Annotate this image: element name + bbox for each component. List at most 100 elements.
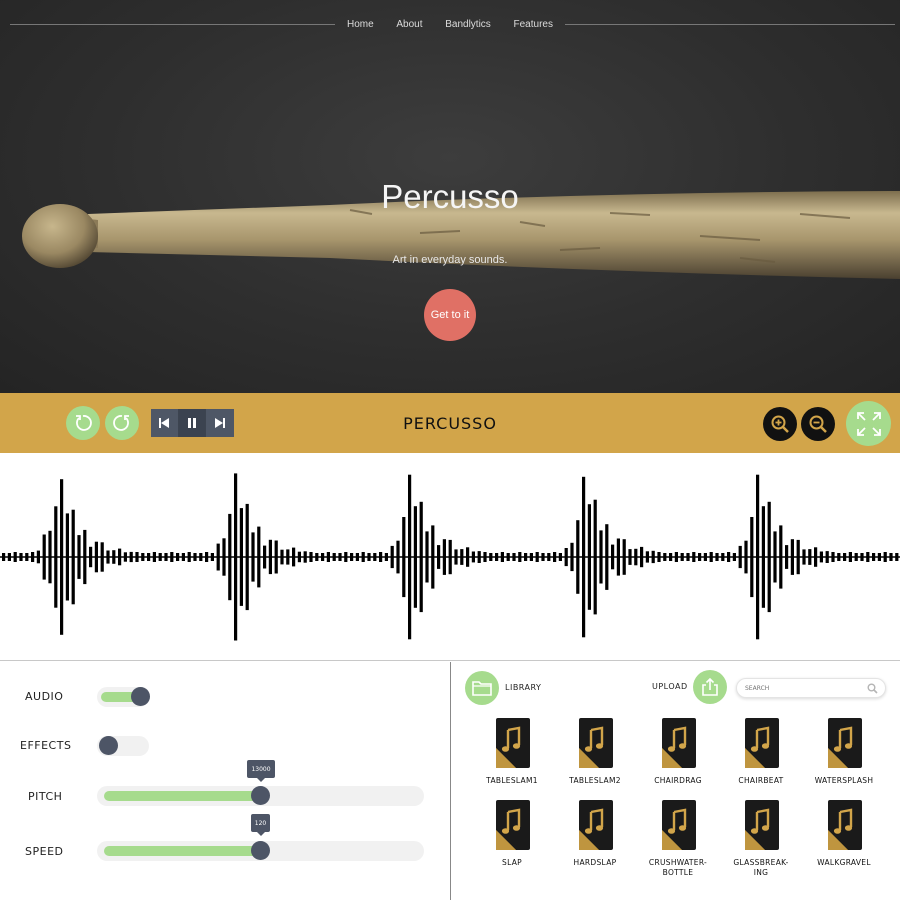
- effects-toggle-knob[interactable]: [99, 736, 118, 755]
- waveform-bar: [674, 552, 678, 562]
- waveform-bar: [599, 530, 603, 584]
- audio-controls-panel: AUDIO EFFECTS PITCH 13000 SPEED 120: [0, 662, 450, 900]
- waveform-display[interactable]: [0, 453, 900, 661]
- search-box: [736, 678, 886, 698]
- waveform-bar: [622, 539, 626, 575]
- sound-file-name: WALKGRAVEL: [817, 858, 871, 867]
- waveform-bar: [802, 549, 806, 565]
- audio-toggle[interactable]: [97, 687, 150, 707]
- waveform-bar: [402, 517, 406, 598]
- waveform-bar: [89, 546, 93, 568]
- sound-file-item[interactable]: CRUSHWATER- BOTTLE: [638, 800, 718, 890]
- waveform-bar: [477, 551, 481, 563]
- fullscreen-button[interactable]: [846, 401, 891, 446]
- pitch-slider[interactable]: [97, 786, 424, 806]
- waveform-bar: [36, 550, 40, 564]
- waveform-bar: [744, 540, 748, 574]
- sound-file-name: HARDSLAP: [573, 858, 617, 867]
- sound-file-name: CHAIRDRAG: [654, 776, 702, 785]
- waveform-bar: [489, 553, 493, 561]
- waveform-bar: [471, 551, 475, 563]
- sound-file-item[interactable]: WALKGRAVEL: [804, 800, 884, 890]
- library-label: LIBRARY: [505, 683, 542, 692]
- nav-link-about[interactable]: About: [396, 19, 422, 30]
- waveform-bar: [350, 553, 354, 561]
- waveform-bar: [239, 508, 243, 606]
- waveform-bar: [326, 552, 330, 562]
- search-icon[interactable]: [867, 683, 878, 694]
- waveform-bar: [147, 553, 151, 561]
- waveform-bar: [129, 551, 133, 563]
- hero-title: Percusso: [381, 178, 519, 215]
- waveform-bar: [837, 553, 841, 561]
- upload-icon: [702, 678, 718, 696]
- music-file-icon: [662, 800, 696, 850]
- waveform-bar: [379, 552, 383, 562]
- upload-button[interactable]: [693, 670, 727, 704]
- waveform-bar: [268, 539, 272, 575]
- waveform-bar: [141, 553, 145, 561]
- waveform-bar: [576, 520, 580, 594]
- waveform-bar: [738, 545, 742, 569]
- waveform-bar: [106, 550, 110, 564]
- sound-file-item[interactable]: SLAP: [472, 800, 552, 890]
- zoom-out-button[interactable]: [801, 407, 835, 441]
- audio-label: AUDIO: [25, 690, 64, 703]
- waveform-bar: [611, 544, 615, 570]
- waveform-bar: [779, 525, 783, 589]
- music-file-icon: [579, 718, 613, 768]
- speed-slider-fill: [104, 846, 261, 856]
- waveform-bar: [843, 553, 847, 561]
- sound-file-item[interactable]: CHAIRDRAG: [638, 718, 718, 808]
- music-file-icon: [496, 800, 530, 850]
- waveform-bar: [773, 531, 777, 583]
- waveform-bar: [228, 513, 232, 601]
- nav-links: Home About Bandlytics Features: [335, 14, 565, 34]
- waveform-bar: [732, 553, 736, 561]
- search-input[interactable]: [745, 682, 865, 695]
- waveform-bar: [790, 539, 794, 575]
- waveform-bar: [338, 553, 342, 561]
- waveform-bar: [135, 552, 139, 562]
- waveform-bar: [848, 552, 852, 562]
- waveform-bar: [152, 552, 156, 562]
- waveform-bar: [640, 546, 644, 568]
- get-started-button[interactable]: Get to it: [424, 289, 476, 341]
- waveform-bar: [483, 552, 487, 562]
- library-button[interactable]: [465, 671, 499, 705]
- waveform-bar: [587, 504, 591, 610]
- speed-slider-knob[interactable]: [250, 841, 270, 860]
- sound-file-item[interactable]: TABLESLAM2: [555, 718, 635, 808]
- effects-toggle[interactable]: [97, 736, 149, 756]
- waveform-bar: [819, 551, 823, 563]
- zoom-in-button[interactable]: [763, 407, 797, 441]
- nav-link-bandlytics[interactable]: Bandlytics: [445, 19, 491, 30]
- nav-link-features[interactable]: Features: [514, 19, 553, 30]
- speed-slider[interactable]: [97, 841, 424, 861]
- waveform-bar: [164, 553, 168, 561]
- waveform-bar: [686, 553, 690, 561]
- waveform-bar: [176, 553, 180, 561]
- waveform-bar: [60, 479, 64, 635]
- waveform-bar: [663, 553, 667, 561]
- sound-file-item[interactable]: TABLESLAM1: [472, 718, 552, 808]
- waveform-bar: [77, 535, 81, 579]
- waveform-bar: [158, 553, 162, 561]
- sound-file-item[interactable]: CHAIRBEAT: [721, 718, 801, 808]
- music-file-icon: [745, 718, 779, 768]
- waveform-bar: [332, 553, 336, 561]
- waveform-bar: [808, 549, 812, 565]
- waveform-bar: [83, 529, 87, 585]
- waveform-bar: [895, 553, 899, 561]
- audio-toggle-knob[interactable]: [131, 687, 150, 706]
- waveform-bar: [48, 530, 52, 584]
- pitch-slider-knob[interactable]: [250, 786, 270, 805]
- sound-file-name: SLAP: [502, 858, 522, 867]
- sound-file-item[interactable]: WATERSPLASH: [804, 718, 884, 808]
- waveform-bar: [384, 553, 388, 561]
- nav-link-home[interactable]: Home: [347, 19, 374, 30]
- sound-file-item[interactable]: HARDSLAP: [555, 800, 635, 890]
- waveform-bar: [425, 531, 429, 583]
- music-file-icon: [662, 718, 696, 768]
- sound-file-item[interactable]: GLASSBREAK- ING: [721, 800, 801, 890]
